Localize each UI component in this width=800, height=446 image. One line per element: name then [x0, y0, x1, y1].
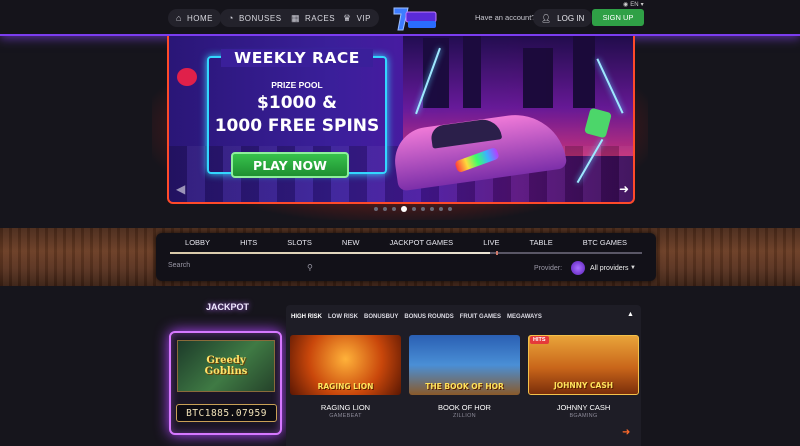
prize-pool-label: PRIZE POOL: [271, 80, 323, 90]
language-selector[interactable]: ◉ EN ▾: [623, 1, 644, 9]
nav-home-label: HOME: [186, 13, 213, 23]
home-icon: ⌂: [176, 13, 182, 23]
jackpot-game-title: Greedy Goblins: [204, 355, 248, 377]
carousel-dot[interactable]: [412, 207, 416, 211]
provider-select[interactable]: All providers: [590, 265, 629, 272]
hits-badge: HITS: [530, 336, 549, 344]
provider-icon[interactable]: [571, 261, 585, 275]
promo-banner[interactable]: WEEKLY RACE PRIZE POOL $1000 & 1000 FREE…: [167, 36, 635, 204]
filter-chip[interactable]: HIGH RISK: [291, 314, 322, 320]
category-tab[interactable]: LIVE: [483, 238, 499, 247]
filter-chip[interactable]: BONUSBUY: [364, 314, 398, 320]
category-tab[interactable]: SLOTS: [287, 238, 312, 247]
carousel-dots: [374, 206, 452, 212]
game-card[interactable]: JOHNNY CASH HITS JOHNNY CASH BGAMING: [528, 335, 639, 425]
game-thumbnail-title: JOHNNY CASH: [553, 381, 614, 390]
category-tab[interactable]: BTC GAMES: [583, 238, 627, 247]
banner-next-arrow[interactable]: ➜: [619, 182, 629, 196]
game-card[interactable]: RAGING LION RAGING LION GAMEBEAT: [290, 335, 401, 425]
carousel-dot[interactable]: [383, 207, 387, 211]
search-icon[interactable]: ⚲: [307, 263, 313, 272]
carousel-dot[interactable]: [430, 207, 434, 211]
banner-prev-arrow[interactable]: ◀: [176, 182, 185, 196]
game-thumbnail-title: RAGING LION: [317, 382, 374, 391]
carousel-dot[interactable]: [401, 206, 407, 212]
nav-races-label: RACES: [305, 13, 336, 23]
user-icon: 👤︎: [541, 13, 552, 23]
game-provider: BGAMING: [569, 413, 598, 419]
prize-amount: $1000 & 1000 FREE SPINS: [214, 93, 380, 136]
carousel-dot[interactable]: [421, 207, 425, 211]
game-thumbnail: JOHNNY CASH: [528, 335, 639, 395]
category-tabs: LOBBY HITS SLOTS NEW JACKPOT GAMES LIVE TABLE B…: [156, 238, 656, 247]
game-thumbnail: RAGING LION: [290, 335, 401, 395]
filter-chip[interactable]: LOW RISK: [328, 314, 358, 320]
category-tab[interactable]: TABLE: [530, 238, 553, 247]
nav-home[interactable]: ⌂ HOME: [168, 9, 221, 27]
game-thumbnail: THE BOOK OF HOR: [409, 335, 520, 395]
filter-chip[interactable]: FRUIT GAMES: [460, 314, 501, 320]
provider-label: Provider:: [534, 265, 563, 272]
have-account-text: Have an account?: [475, 13, 536, 22]
arrow-right-icon[interactable]: ➜: [622, 427, 630, 438]
game-filters: HIGH RISK LOW RISK BONUSBUY BONUS ROUNDS FRU…: [291, 314, 542, 320]
nav-vip-label: VIP: [356, 13, 371, 23]
checkered-flag-icon: ▦: [291, 12, 301, 23]
language-label: EN: [630, 1, 639, 8]
flag-uk-icon: ◉: [623, 2, 629, 8]
jackpot-amount: BTC1885.07959: [176, 404, 277, 422]
game-thumbnail-title: THE BOOK OF HOR: [425, 382, 504, 391]
chevron-down-icon[interactable]: ▼: [630, 265, 636, 271]
casino-page: ⌂ HOME ◔ BONUSES ▼ ▦ RACES ▼ ♛ VIP Have …: [0, 0, 800, 446]
category-tab[interactable]: HITS: [240, 238, 257, 247]
game-name: RAGING LION: [320, 403, 371, 412]
play-now-button[interactable]: PLAY NOW: [231, 152, 349, 178]
strawberry-icon: [177, 68, 197, 86]
login-label: LOG IN: [557, 13, 585, 23]
nav-bonuses-label: BONUSES: [238, 13, 282, 23]
carousel-dot[interactable]: [374, 207, 378, 211]
jackpot-game-thumbnail[interactable]: Greedy Goblins: [177, 340, 275, 392]
jackpot-title: JACKPOT: [206, 302, 250, 312]
site-logo[interactable]: [392, 6, 438, 32]
filter-chip[interactable]: MEGAWAYS: [507, 314, 542, 320]
bonus-icon: ◔: [228, 13, 234, 23]
carousel-dot[interactable]: [392, 207, 396, 211]
category-tab[interactable]: JACKPOT GAMES: [389, 238, 453, 247]
search-input[interactable]: Search: [168, 262, 320, 276]
banner-title: WEEKLY RACE: [221, 49, 373, 67]
carousel-dot[interactable]: [448, 207, 452, 211]
game-name: JOHNNY CASH: [556, 403, 611, 412]
top-navigation-bar: ⌂ HOME ◔ BONUSES ▼ ▦ RACES ▼ ♛ VIP Have …: [0, 0, 800, 36]
game-name: BOOK OF HOR: [438, 403, 491, 412]
filter-chip[interactable]: BONUS ROUNDS: [404, 314, 453, 320]
crown-icon: ♛: [343, 12, 352, 23]
nav-vip[interactable]: ♛ VIP: [335, 9, 379, 27]
login-button[interactable]: 👤︎ LOG IN: [533, 9, 593, 27]
signup-button[interactable]: SIGN UP: [592, 9, 644, 26]
chevron-down-icon: ▾: [640, 2, 644, 8]
category-tab[interactable]: LOBBY: [185, 238, 210, 247]
category-tab[interactable]: NEW: [342, 238, 360, 247]
game-provider: GAMEBEAT: [329, 413, 362, 419]
category-slider-fill: [170, 252, 490, 254]
chevron-up-icon[interactable]: ▲: [627, 311, 634, 318]
game-provider: ZILLION: [453, 413, 476, 419]
game-card[interactable]: THE BOOK OF HOR BOOK OF HOR ZILLION: [409, 335, 520, 425]
category-slider-marker: [496, 251, 498, 255]
category-slider: [170, 251, 642, 255]
carousel-dot[interactable]: [439, 207, 443, 211]
